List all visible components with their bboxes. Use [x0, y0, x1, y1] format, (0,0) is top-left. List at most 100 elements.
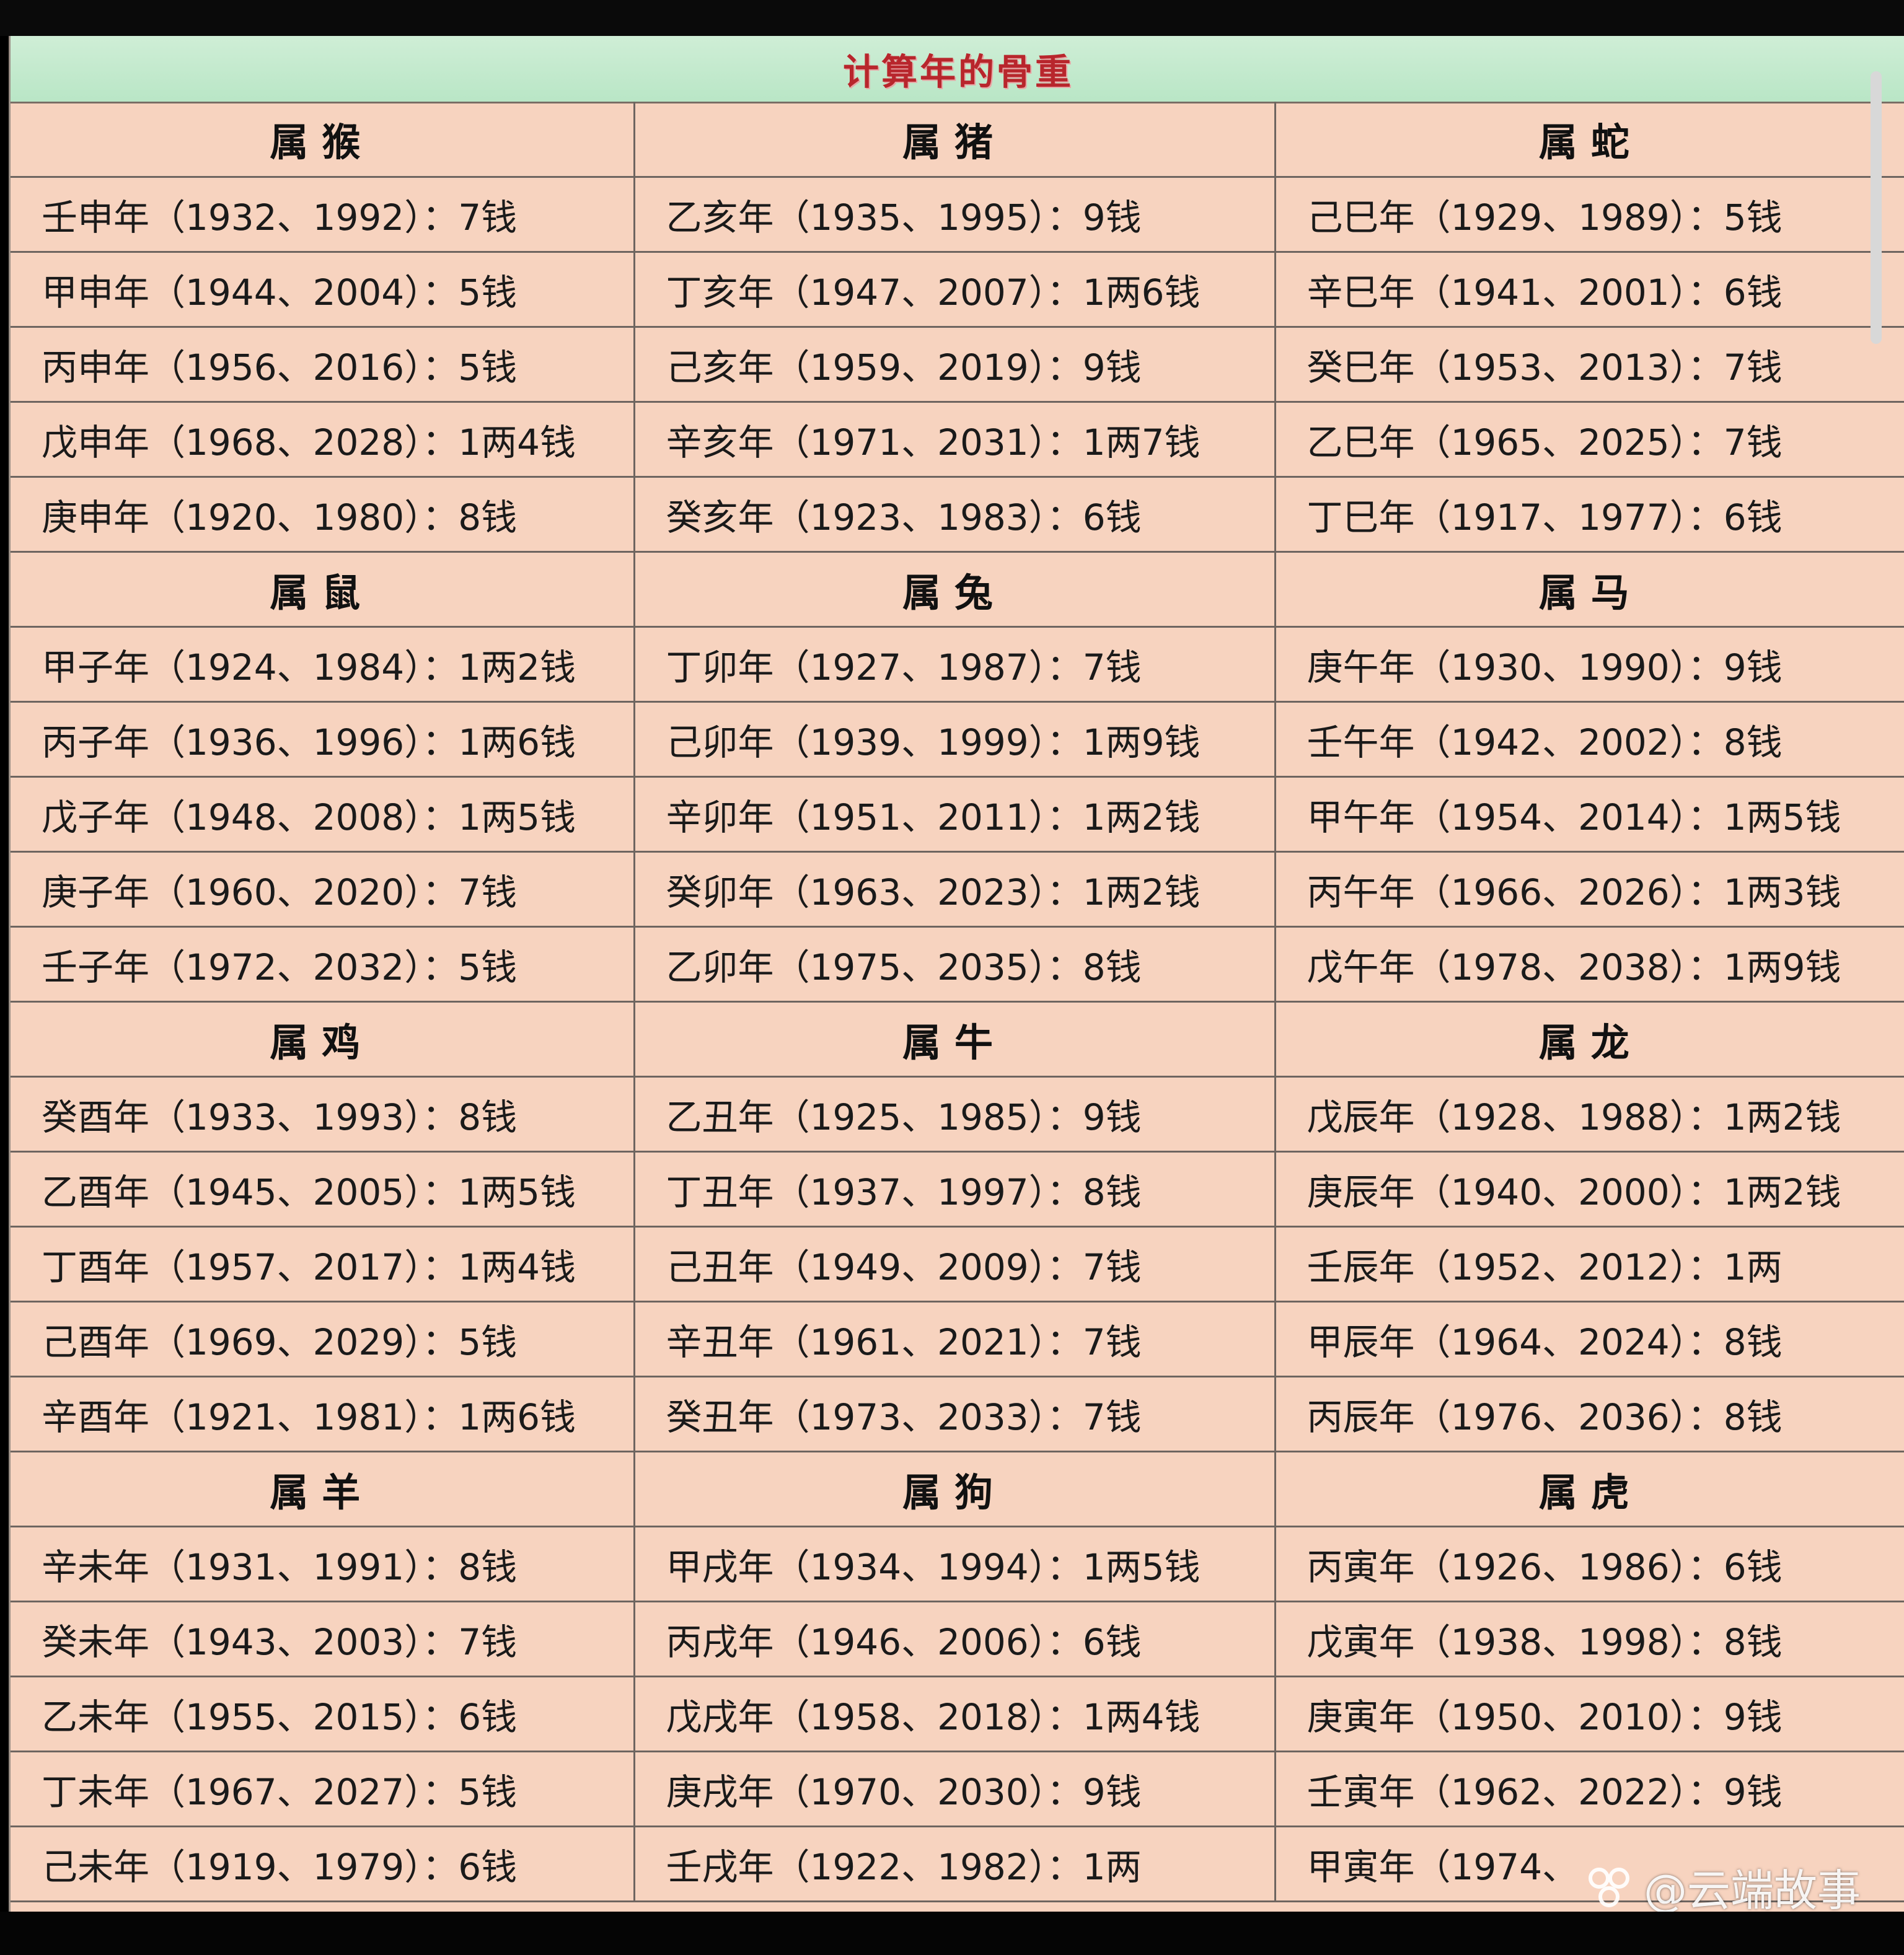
table-row: 甲子年（1924、1984）：1两2钱 丁卯年（1927、1987）：7钱 庚午… [11, 626, 1904, 703]
table-row: 庚申年（1920、1980）：8钱 癸亥年（1923、1983）：6钱 丁巳年（… [11, 477, 1904, 553]
zodiac-header-row: 属羊 属狗 属虎 [11, 1451, 1904, 1527]
table-row: 丁未年（1967、2027）：5钱 庚戌年（1970、2030）：9钱 壬寅年（… [11, 1751, 1904, 1827]
year-entry: 癸酉年（1933、1993）：8钱 [11, 1076, 635, 1153]
zodiac-header: 属兔 [633, 551, 1276, 628]
year-entry: 戊申年（1968、2028）：1两4钱 [11, 402, 635, 478]
year-entry: 甲午年（1954、2014）：1两5钱 [1274, 776, 1904, 853]
year-entry: 癸卯年（1963、2023）：1两2钱 [633, 851, 1276, 928]
year-entry: 戊戌年（1958、2018）：1两4钱 [633, 1676, 1276, 1752]
year-entry: 壬午年（1942、2002）：8钱 [1274, 701, 1904, 778]
table-row: 丙申年（1956、2016）：5钱 己亥年（1959、2019）：9钱 癸巳年（… [11, 327, 1904, 403]
year-entry: 丁酉年（1957、2017）：1两4钱 [11, 1226, 635, 1303]
zodiac-header: 属猪 [633, 102, 1276, 178]
year-entry: 辛巳年（1941、2001）：6钱 [1274, 252, 1904, 328]
year-entry: 辛未年（1931、1991）：8钱 [11, 1526, 635, 1602]
zodiac-header: 属猴 [11, 102, 635, 178]
year-entry: 乙未年（1955、2015）：6钱 [11, 1676, 635, 1752]
year-entry: 庚申年（1920、1980）：8钱 [11, 477, 635, 553]
year-entry: 己巳年（1929、1989）：5钱 [1274, 177, 1904, 253]
year-entry: 丙辰年（1976、2036）：8钱 [1274, 1376, 1904, 1452]
year-entry: 丙寅年（1926、1986）：6钱 [1274, 1526, 1904, 1602]
year-entry: 辛酉年（1921、1981）：1两6钱 [11, 1376, 635, 1452]
year-entry: 丙午年（1966、2026）：1两3钱 [1274, 851, 1904, 928]
year-entry: 丁巳年（1917、1977）：6钱 [1274, 477, 1904, 553]
year-entry: 丙子年（1936、1996）：1两6钱 [11, 701, 635, 778]
bone-weight-table: 属猴 属猪 属蛇 壬申年（1932、1992）：7钱 乙亥年（1935、1995… [11, 102, 1904, 1902]
zodiac-header: 属狗 [633, 1451, 1276, 1527]
year-entry: 丙戌年（1946、2006）：6钱 [633, 1601, 1276, 1677]
table-row: 辛酉年（1921、1981）：1两6钱 癸丑年（1973、2033）：7钱 丙辰… [11, 1376, 1904, 1452]
year-entry: 庚寅年（1950、2010）：9钱 [1274, 1676, 1904, 1752]
year-entry: 戊寅年（1938、1998）：8钱 [1274, 1601, 1904, 1677]
year-entry: 戊辰年（1928、1988）：1两2钱 [1274, 1076, 1904, 1153]
year-entry: 甲申年（1944、2004）：5钱 [11, 252, 635, 328]
year-entry: 丁未年（1967、2027）：5钱 [11, 1751, 635, 1827]
year-entry: 戊午年（1978、2038）：1两9钱 [1274, 926, 1904, 1003]
year-entry: 丙申年（1956、2016）：5钱 [11, 327, 635, 403]
year-entry: 丁亥年（1947、2007）：1两6钱 [633, 252, 1276, 328]
year-entry: 丁卯年（1927、1987）：7钱 [633, 626, 1276, 703]
year-entry: 戊子年（1948、2008）：1两5钱 [11, 776, 635, 853]
vertical-scrollbar[interactable] [1871, 71, 1882, 344]
year-entry: 辛亥年（1971、2031）：1两7钱 [633, 402, 1276, 478]
bone-weight-sheet: 计算年的骨重 属猴 属猪 属蛇 壬申年（1932、1992）：7钱 乙亥年（19… [9, 36, 1904, 1912]
watermark: @云端故事 [1585, 1853, 1861, 1921]
table-row: 甲申年（1944、2004）：5钱 丁亥年（1947、2007）：1两6钱 辛巳… [11, 252, 1904, 328]
year-entry: 癸未年（1943、2003）：7钱 [11, 1601, 635, 1677]
zodiac-header-row: 属猴 属猪 属蛇 [11, 102, 1904, 178]
zodiac-header: 属牛 [633, 1001, 1276, 1078]
year-entry: 癸亥年（1923、1983）：6钱 [633, 477, 1276, 553]
year-entry: 癸巳年（1953、2013）：7钱 [1274, 327, 1904, 403]
bottom-black-bar [0, 1912, 1904, 1955]
year-entry: 壬辰年（1952、2012）：1两 [1274, 1226, 1904, 1303]
year-entry: 庚子年（1960、2020）：7钱 [11, 851, 635, 928]
table-row: 丙子年（1936、1996）：1两6钱 己卯年（1939、1999）：1两9钱 … [11, 701, 1904, 778]
year-entry: 丁丑年（1937、1997）：8钱 [633, 1151, 1276, 1228]
zodiac-header: 属虎 [1274, 1451, 1904, 1527]
year-entry: 己亥年（1959、2019）：9钱 [633, 327, 1276, 403]
zodiac-header-row: 属鼠 属兔 属马 [11, 551, 1904, 628]
top-black-bar [0, 0, 1904, 36]
year-entry: 壬戌年（1922、1982）：1两 [633, 1826, 1276, 1902]
table-row: 癸未年（1943、2003）：7钱 丙戌年（1946、2006）：6钱 戊寅年（… [11, 1601, 1904, 1677]
weibo-logo-icon [1589, 1868, 1629, 1907]
zodiac-header: 属龙 [1274, 1001, 1904, 1078]
year-entry: 乙亥年（1935、1995）：9钱 [633, 177, 1276, 253]
year-entry: 甲辰年（1964、2024）：8钱 [1274, 1301, 1904, 1377]
year-entry: 甲戌年（1934、1994）：1两5钱 [633, 1526, 1276, 1602]
year-entry: 乙酉年（1945、2005）：1两5钱 [11, 1151, 635, 1228]
table-row: 壬申年（1932、1992）：7钱 乙亥年（1935、1995）：9钱 己巳年（… [11, 177, 1904, 253]
zodiac-header: 属鼠 [11, 551, 635, 628]
table-row: 乙酉年（1945、2005）：1两5钱 丁丑年（1937、1997）：8钱 庚辰… [11, 1151, 1904, 1228]
year-entry: 乙丑年（1925、1985）：9钱 [633, 1076, 1276, 1153]
zodiac-header-row: 属鸡 属牛 属龙 [11, 1001, 1904, 1078]
year-entry: 庚辰年（1940、2000）：1两2钱 [1274, 1151, 1904, 1228]
year-entry: 乙巳年（1965、2025）：7钱 [1274, 402, 1904, 478]
year-entry: 己未年（1919、1979）：6钱 [11, 1826, 635, 1902]
year-entry: 己酉年（1969、2029）：5钱 [11, 1301, 635, 1377]
year-entry: 辛卯年（1951、2011）：1两2钱 [633, 776, 1276, 853]
table-row: 庚子年（1960、2020）：7钱 癸卯年（1963、2023）：1两2钱 丙午… [11, 851, 1904, 928]
year-entry: 庚午年（1930、1990）：9钱 [1274, 626, 1904, 703]
year-entry: 壬寅年（1962、2022）：9钱 [1274, 1751, 1904, 1827]
year-entry: 庚戌年（1970、2030）：9钱 [633, 1751, 1276, 1827]
table-row: 壬子年（1972、2032）：5钱 乙卯年（1975、2035）：8钱 戊午年（… [11, 926, 1904, 1003]
year-entry: 己卯年（1939、1999）：1两9钱 [633, 701, 1276, 778]
table-row: 乙未年（1955、2015）：6钱 戊戌年（1958、2018）：1两4钱 庚寅… [11, 1676, 1904, 1752]
table-row: 癸酉年（1933、1993）：8钱 乙丑年（1925、1985）：9钱 戊辰年（… [11, 1076, 1904, 1153]
year-entry: 甲子年（1924、1984）：1两2钱 [11, 626, 635, 703]
table-row: 丁酉年（1957、2017）：1两4钱 己丑年（1949、2009）：7钱 壬辰… [11, 1226, 1904, 1303]
page-title: 计算年的骨重 [842, 51, 1073, 93]
table-row: 戊申年（1968、2028）：1两4钱 辛亥年（1971、2031）：1两7钱 … [11, 402, 1904, 478]
year-entry: 己丑年（1949、2009）：7钱 [633, 1226, 1276, 1303]
zodiac-header: 属羊 [11, 1451, 635, 1527]
year-entry: 辛丑年（1961、2021）：7钱 [633, 1301, 1276, 1377]
zodiac-header: 属鸡 [11, 1001, 635, 1078]
year-entry: 壬子年（1972、2032）：5钱 [11, 926, 635, 1003]
zodiac-header: 属蛇 [1274, 102, 1904, 178]
title-bar: 计算年的骨重 [11, 36, 1904, 103]
table-row: 己酉年（1969、2029）：5钱 辛丑年（1961、2021）：7钱 甲辰年（… [11, 1301, 1904, 1377]
table-row: 戊子年（1948、2008）：1两5钱 辛卯年（1951、2011）：1两2钱 … [11, 776, 1904, 853]
year-entry: 癸丑年（1973、2033）：7钱 [633, 1376, 1276, 1452]
table-row: 辛未年（1931、1991）：8钱 甲戌年（1934、1994）：1两5钱 丙寅… [11, 1526, 1904, 1602]
